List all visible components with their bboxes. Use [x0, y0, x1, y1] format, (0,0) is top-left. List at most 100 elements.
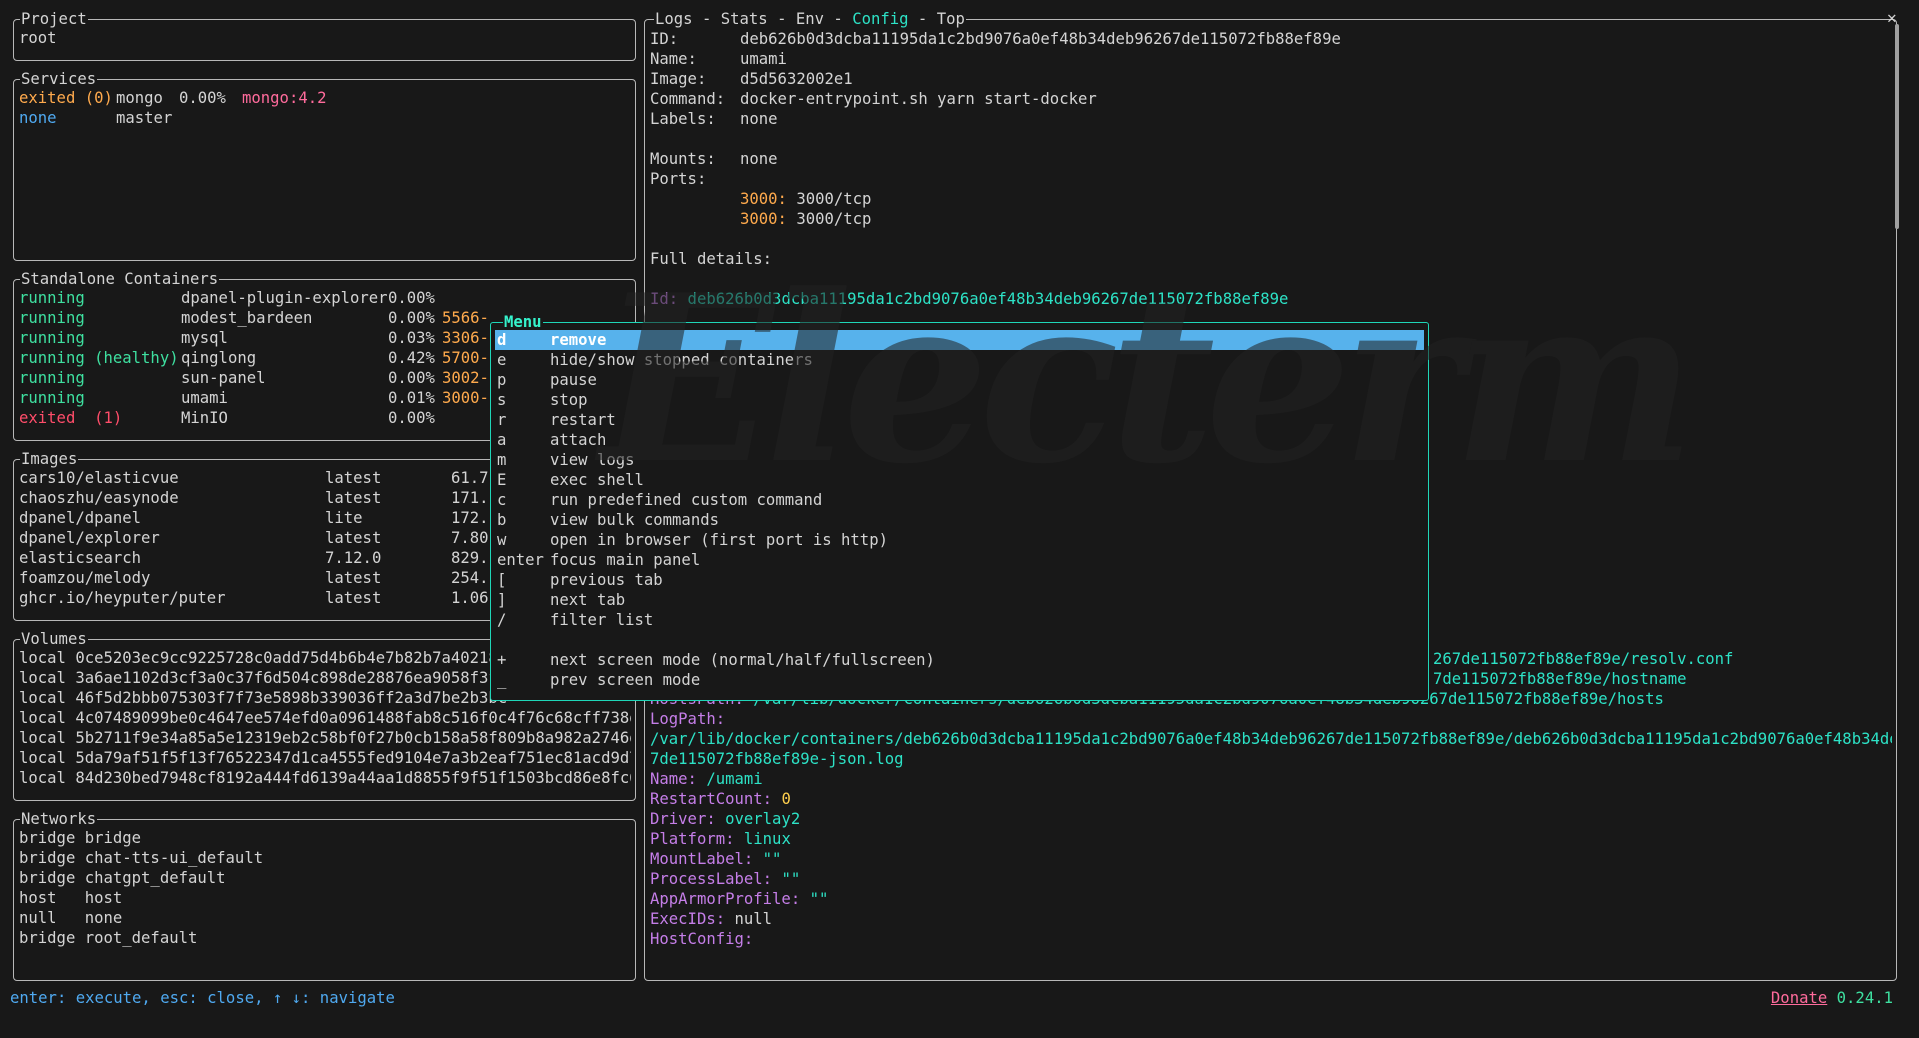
image-size: 172. [451, 509, 489, 527]
image-size: 171. [451, 489, 489, 507]
menu-item-open[interactable]: w open in browser (first port is http) [495, 530, 1424, 550]
detail-key: AppArmorProfile: [650, 890, 801, 908]
tab-separator: - [767, 10, 796, 28]
menu-item-label: view logs [550, 451, 635, 469]
menu-item-key: / [497, 611, 507, 629]
menu-item-key: _ [497, 671, 507, 689]
container-status: running [19, 389, 85, 407]
services-panel-title: Services [20, 69, 98, 89]
detail-key: HostConfig: [650, 930, 754, 948]
menu-item-key: p [497, 371, 507, 389]
summary-row: Image: d5d5632002e1 [650, 69, 1892, 89]
menu-item-run[interactable]: c run predefined custom command [495, 490, 1424, 510]
network-row[interactable]: bridge root_default [19, 928, 631, 948]
menu-item-exec[interactable]: Eexec shell [495, 470, 1424, 490]
summary-key: Mounts: [650, 150, 716, 168]
network-row[interactable]: bridge bridge [19, 828, 631, 848]
summary-row: Ports: [650, 169, 1892, 189]
menu-item-key: b [497, 511, 507, 529]
network-row[interactable]: bridge chat-tts-ui_default [19, 848, 631, 868]
summary-value: umami [740, 50, 787, 68]
menu-title: Menu [503, 312, 543, 332]
detail-value: "" [772, 870, 801, 888]
tab-env[interactable]: Env [796, 10, 824, 28]
detail-value: null [725, 910, 773, 928]
network-row[interactable]: host host [19, 888, 631, 908]
tab-top[interactable]: Top [937, 10, 965, 28]
scrollbar[interactable] [1895, 24, 1899, 229]
port-host: 3000: [740, 210, 787, 228]
container-status: running [19, 329, 85, 347]
menu-item-attach[interactable]: a attach [495, 430, 1424, 450]
container-cpu: 0.03% [388, 329, 435, 347]
menu-popup[interactable]: Menu d remove e hide/show stopped container… [490, 312, 1429, 701]
service-image: mongo:4.2 [242, 89, 327, 107]
summary-value: none [740, 150, 778, 168]
menu-item-hideshow[interactable]: e hide/show stopped containers [495, 350, 1424, 370]
container-ports: 5566- [442, 309, 489, 327]
menu-item-filter[interactable]: / filter list [495, 610, 1424, 630]
network-row[interactable]: null none [19, 908, 631, 928]
menu-item-focus[interactable]: enter focus main panel [495, 550, 1424, 570]
menu-item-restart[interactable]: r restart [495, 410, 1424, 430]
image-size: 829. [451, 549, 489, 567]
status-hint: enter: execute, esc: close, ↑ ↓: navigat… [10, 989, 395, 1007]
tab-config[interactable]: Config [852, 10, 908, 28]
volume-row[interactable]: local 84d230bed7948cf8192a444fd6139a44aa… [19, 768, 631, 788]
image-name: elasticsearch [19, 549, 142, 567]
image-tag: latest [325, 489, 382, 507]
services-panel[interactable]: Services exited (0) mongo 0.00% mongo:4.2 no… [13, 69, 636, 261]
network-row[interactable]: bridge chatgpt_default [19, 868, 631, 888]
detail-row: HostConfig: [650, 929, 1892, 949]
detail-key: Platform: [650, 830, 735, 848]
menu-item-next[interactable]: + next screen mode (normal/half/fullscree… [495, 650, 1424, 670]
networks-panel[interactable]: Networks bridge bridge bridge chat-tts-ui… [13, 809, 636, 981]
footer-right: Donate 0.24.1 [1771, 988, 1893, 1008]
version-label: 0.24.1 [1836, 989, 1893, 1007]
container-row[interactable]: running dpanel-plugin-explorer0.00% [19, 288, 631, 308]
menu-item-label: run predefined custom command [550, 491, 823, 509]
tab-stats[interactable]: Stats [721, 10, 768, 28]
networks-panel-title: Networks [20, 809, 98, 829]
detail-row: 7de115072fb88ef89e-json.log [650, 749, 1892, 769]
volume-row[interactable]: local 5da79af51f5f13f76522347d1ca4555fed… [19, 748, 631, 768]
menu-item-key: a [497, 431, 507, 449]
image-tag: latest [325, 529, 382, 547]
services-list: exited (0) mongo 0.00% mongo:4.2 none master [19, 88, 631, 256]
menu-item-label: prev screen mode [550, 671, 701, 689]
service-row[interactable]: exited (0) mongo 0.00% mongo:4.2 [19, 88, 631, 108]
image-name: cars10/elasticvue [19, 469, 179, 487]
menu-item-prev[interactable]: _ prev screen mode [495, 670, 1424, 690]
project-panel[interactable]: Project root [13, 9, 636, 61]
main-tabs: Logs - Stats - Env - Config - Top [654, 9, 966, 29]
container-name: qinglong [181, 349, 257, 367]
volume-row[interactable]: local 4c07489099be0c4647ee574efd0a096148… [19, 708, 631, 728]
container-status: exited (1) [19, 409, 123, 427]
menu-item-label: exec shell [550, 471, 644, 489]
summary-row: Name: umami [650, 49, 1892, 69]
container-status: running [19, 309, 85, 327]
menu-item-view[interactable]: b view bulk commands [495, 510, 1424, 530]
menu-item-previous[interactable]: [previous tab [495, 570, 1424, 590]
detail-value: "" [753, 850, 782, 868]
detail-row: MountLabel: "" [650, 849, 1892, 869]
menu-item-pause[interactable]: p pause [495, 370, 1424, 390]
container-cpu: 0.00% [388, 369, 435, 387]
donate-link[interactable]: Donate [1771, 989, 1827, 1007]
detail-row: LogPath: [650, 709, 1892, 729]
port-container: 3000/tcp [786, 210, 872, 228]
summary-key: Command: [650, 90, 726, 108]
menu-item-stop[interactable]: s stop [495, 390, 1424, 410]
service-row[interactable]: none master [19, 108, 631, 128]
menu-item-key: r [497, 411, 507, 429]
container-ports: 3306- [442, 329, 489, 347]
image-size: 61.7 [451, 469, 489, 487]
menu-item-next[interactable]: ] next tab [495, 590, 1424, 610]
detail-row: RestartCount: 0 [650, 789, 1892, 809]
menu-item-view[interactable]: m view logs [495, 450, 1424, 470]
tab-logs[interactable]: Logs [655, 10, 693, 28]
volume-row[interactable]: local 5b2711f9e34a85a5e12319eb2c58bf0f27… [19, 728, 631, 748]
image-name: foamzou/melody [19, 569, 151, 587]
menu-item-remove[interactable]: d remove [495, 330, 1424, 350]
